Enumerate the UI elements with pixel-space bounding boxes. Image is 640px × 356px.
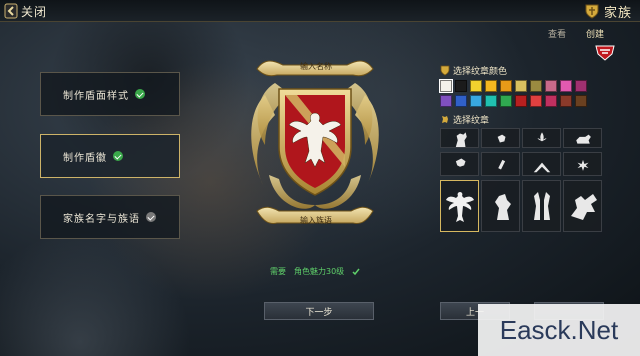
family-header: 家族: [584, 2, 632, 21]
top-bar: 关闭 家族: [0, 0, 640, 22]
feather-icon: [497, 159, 505, 170]
emblem-section-label: 选择纹章: [453, 116, 490, 126]
color-swatch[interactable]: [485, 95, 497, 107]
color-swatch[interactable]: [439, 79, 453, 93]
twin-seahorse-icon: [533, 192, 550, 220]
sub-tabs: 查看 创建: [548, 27, 604, 40]
maltese-cross-icon: [577, 159, 588, 171]
fleur-de-lis-icon: [537, 132, 546, 142]
emblem-option[interactable]: [563, 128, 602, 148]
close-button[interactable]: 关闭: [4, 2, 47, 20]
emblem-option[interactable]: [440, 180, 479, 232]
step-label: 家族名字与族语: [63, 213, 140, 225]
back-arrow-icon: [4, 3, 18, 19]
step-shield-emblem[interactable]: 制作盾徽: [40, 134, 180, 178]
chevron-icon: [533, 162, 550, 173]
color-section-title: 选择纹章颜色: [440, 64, 507, 77]
emblem-option[interactable]: [522, 152, 561, 176]
step-label: 制作盾面样式: [63, 90, 129, 102]
color-swatch[interactable]: [500, 95, 512, 107]
dragon-head-icon: [455, 158, 465, 167]
knight-horse-icon: [455, 132, 467, 147]
emblem-option[interactable]: [440, 152, 479, 176]
emblem-option[interactable]: [522, 128, 561, 148]
page-title: 家族: [603, 5, 632, 21]
color-swatch[interactable]: [530, 80, 542, 92]
crest-motto-input[interactable]: 输入族语: [291, 215, 341, 226]
emblem-option[interactable]: [481, 128, 520, 148]
color-swatch[interactable]: [500, 80, 512, 92]
color-swatch[interactable]: [455, 95, 467, 107]
eagle-icon: [445, 192, 474, 222]
color-swatch[interactable]: [470, 80, 482, 92]
crest-preview: 输入名称 输入族语: [235, 55, 395, 235]
step-label: 制作盾徽: [63, 152, 107, 164]
color-swatch[interactable]: [455, 80, 467, 92]
emblem-option[interactable]: [563, 180, 602, 232]
dragon-icon: [570, 194, 597, 220]
requirement-label: 需要: [270, 267, 286, 276]
check-icon: [135, 89, 145, 99]
crest-name-input[interactable]: 输入名称: [293, 61, 339, 72]
color-swatch[interactable]: [530, 95, 542, 107]
color-section-label: 选择纹章颜色: [453, 67, 508, 77]
requirement-note: 需要 角色魅力30级: [270, 266, 360, 277]
emblem-option[interactable]: [481, 152, 520, 176]
color-swatches: [439, 79, 590, 107]
step-shield-style[interactable]: 制作盾面样式: [40, 72, 180, 116]
emblem-option[interactable]: [481, 180, 520, 232]
emblem-grid: [440, 128, 602, 232]
color-swatch[interactable]: [515, 80, 527, 92]
color-swatch[interactable]: [485, 80, 497, 92]
tab-view[interactable]: 查看: [548, 27, 566, 40]
shield-icon: [440, 65, 450, 76]
color-swatch[interactable]: [575, 95, 587, 107]
lion-passant-icon: [575, 134, 591, 144]
color-swatch[interactable]: [545, 95, 557, 107]
next-step-button[interactable]: 下一步: [264, 302, 374, 320]
emblem-option[interactable]: [522, 180, 561, 232]
color-swatch[interactable]: [515, 95, 527, 107]
step-family-name[interactable]: 家族名字与族语: [40, 195, 180, 239]
color-swatch[interactable]: [560, 95, 572, 107]
color-swatch[interactable]: [560, 80, 572, 92]
lion-icon: [442, 116, 448, 123]
color-swatch[interactable]: [575, 80, 587, 92]
preview-emblem-icon: [595, 45, 615, 61]
check-icon: [352, 268, 360, 275]
crest-art: [251, 60, 379, 224]
gauntlet-icon: [497, 134, 505, 143]
lion-rampant-icon: [494, 194, 511, 220]
color-swatch[interactable]: [440, 95, 452, 107]
emblem-section-title: 选择纹章: [440, 113, 489, 126]
tab-create[interactable]: 创建: [586, 27, 604, 40]
watermark: Easck.Net: [478, 304, 640, 356]
close-label: 关闭: [21, 4, 48, 19]
check-icon: [146, 212, 156, 222]
emblem-option[interactable]: [563, 152, 602, 176]
requirement-text: 角色魅力30级: [294, 267, 345, 276]
check-icon: [113, 151, 123, 161]
color-swatch[interactable]: [545, 80, 557, 92]
family-crest-icon: [585, 4, 599, 19]
emblem-option[interactable]: [440, 128, 479, 148]
color-swatch[interactable]: [470, 95, 482, 107]
